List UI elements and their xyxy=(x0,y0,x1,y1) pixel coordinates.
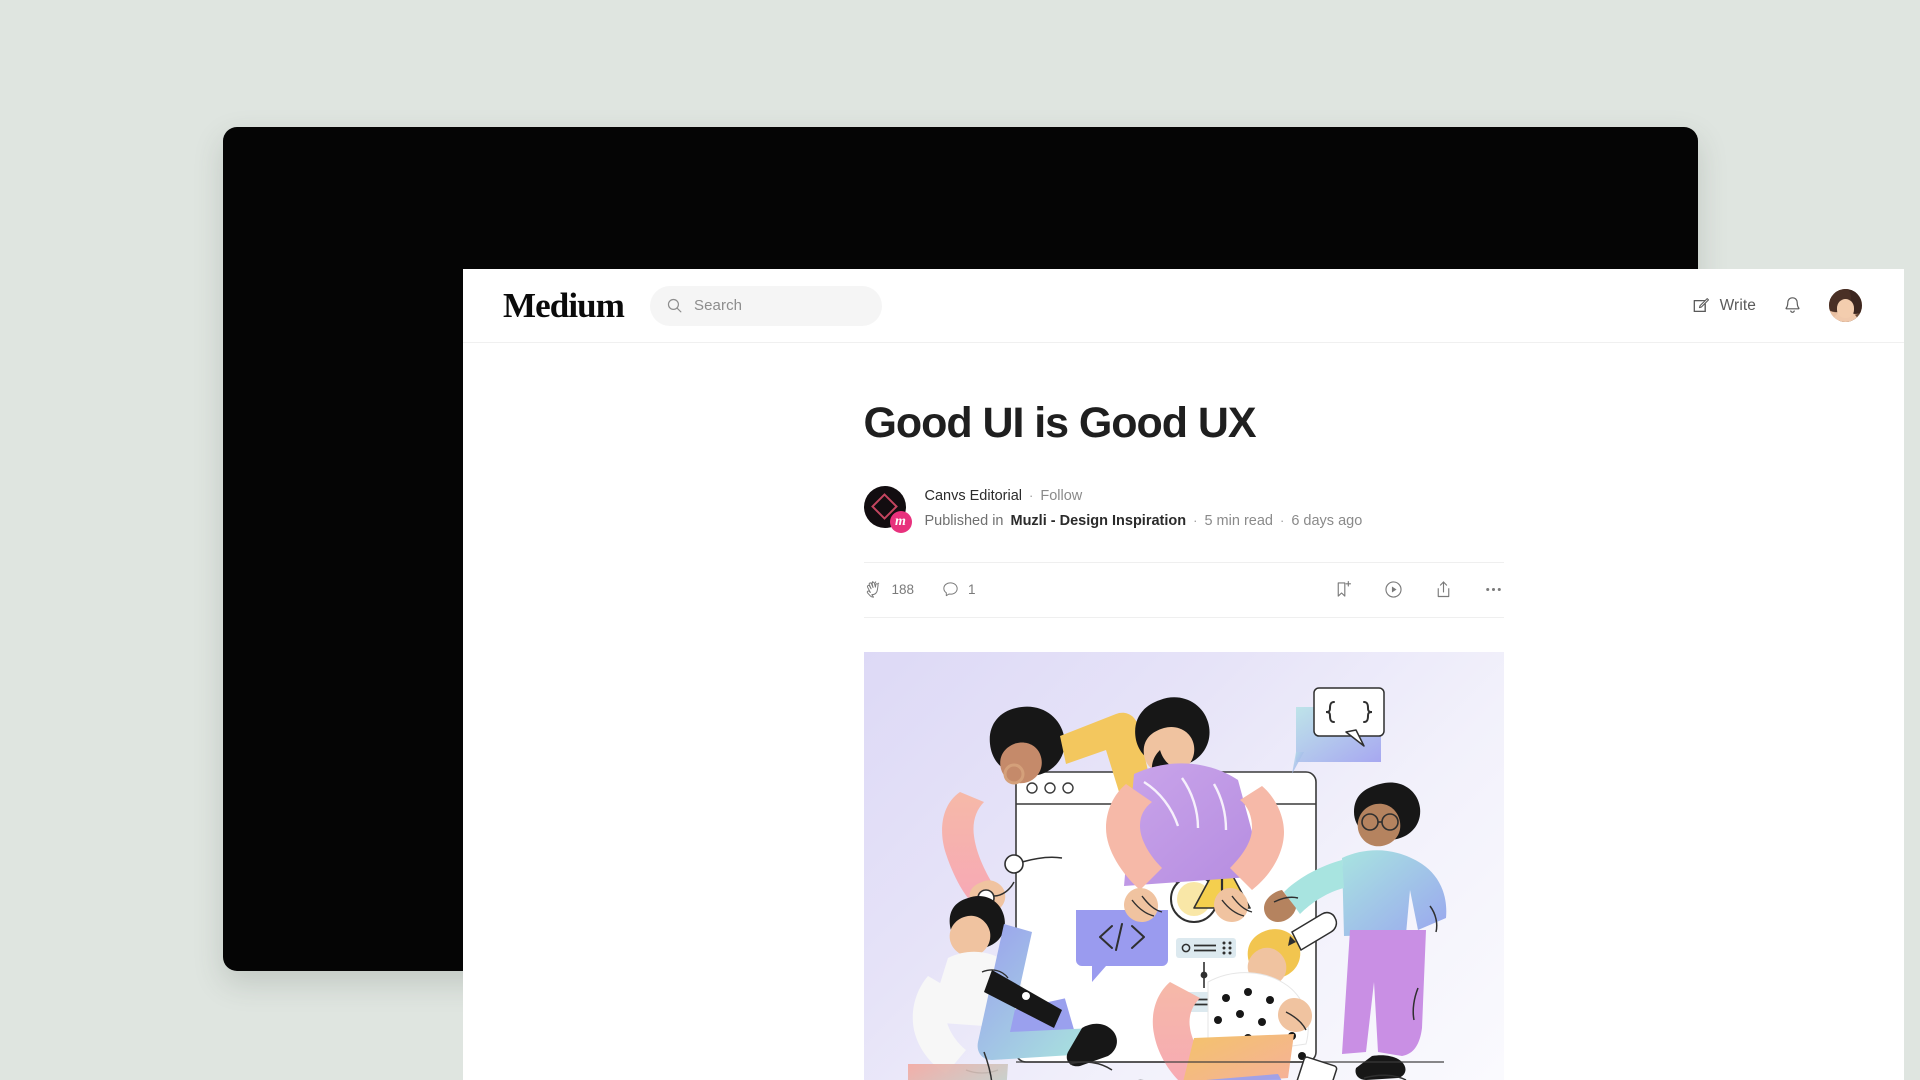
clap-count: 188 xyxy=(891,582,915,598)
comment-button[interactable]: 1 xyxy=(941,580,976,599)
search-input[interactable]: Search xyxy=(649,285,882,326)
write-label: Write xyxy=(1719,296,1756,314)
site-header: Medium Search Write xyxy=(463,269,1904,343)
bell-icon xyxy=(1785,297,1800,313)
bookmark-add-icon xyxy=(1337,581,1351,598)
article-title: Good UI is Good UX xyxy=(863,399,1257,447)
more-options-button[interactable] xyxy=(1483,579,1504,600)
medium-logo[interactable]: Medium xyxy=(481,288,625,323)
code-braces-speech-bubble xyxy=(1291,687,1385,774)
bookmark-button[interactable] xyxy=(1333,579,1354,600)
byline-meta-row: Published in Muzli - Design Inspiration … xyxy=(925,512,1363,531)
monitor-bezel: Medium Search Write Good UI is Good UX m… xyxy=(223,127,1904,1080)
publish-date: 6 days ago xyxy=(1291,512,1363,529)
byline: m Canvs Editorial · Follow Published in … xyxy=(863,485,1504,533)
publication-link[interactable]: Muzli - Design Inspiration xyxy=(1011,512,1187,531)
monitor-scene: Medium Search Write Good UI is Good UX m… xyxy=(0,0,1920,1080)
header-actions: Write xyxy=(1691,289,1862,322)
more-horizontal-icon xyxy=(1485,588,1501,592)
hero-image xyxy=(863,651,1504,1080)
byline-separator: · xyxy=(1279,512,1285,528)
article-container: Good UI is Good UX m Canvs Editorial · F… xyxy=(463,343,1904,1080)
medium-badge-icon: m xyxy=(889,510,912,533)
share-button[interactable] xyxy=(1433,579,1454,600)
engagement-stats: 188 1 xyxy=(864,580,976,600)
write-pencil-icon xyxy=(1693,297,1709,312)
search-icon xyxy=(667,298,682,313)
monitor-screen: Medium Search Write Good UI is Good UX m… xyxy=(463,269,1904,1080)
author-name[interactable]: Canvs Editorial xyxy=(925,487,1023,506)
clap-icon xyxy=(866,581,879,598)
clap-button[interactable]: 188 xyxy=(864,580,915,600)
engagement-actions xyxy=(1333,579,1504,600)
byline-separator: · xyxy=(1029,488,1034,503)
read-time: 5 min read xyxy=(1204,512,1273,529)
byline-text: Canvs Editorial · Follow Published in Mu… xyxy=(925,487,1363,531)
avatar-face xyxy=(1836,298,1855,319)
engagement-bar: 188 1 xyxy=(863,561,1504,618)
search-placeholder: Search xyxy=(693,297,743,314)
follow-button[interactable]: Follow xyxy=(1040,487,1082,506)
byline-separator: · xyxy=(1193,512,1198,528)
comment-count: 1 xyxy=(968,582,976,598)
share-icon xyxy=(1437,581,1449,598)
listen-button[interactable] xyxy=(1383,579,1404,600)
user-avatar[interactable] xyxy=(1829,289,1862,322)
notifications-button[interactable] xyxy=(1782,295,1803,316)
article-content: Good UI is Good UX m Canvs Editorial · F… xyxy=(863,399,1504,1080)
published-in-label: Published in xyxy=(924,512,1004,529)
byline-author-row: Canvs Editorial · Follow xyxy=(925,487,1363,506)
collaboration-illustration xyxy=(907,687,1446,1080)
play-listen-icon xyxy=(1384,581,1402,598)
comment-icon xyxy=(943,582,958,597)
publication-avatar[interactable]: m xyxy=(863,485,912,533)
write-button[interactable]: Write xyxy=(1691,296,1756,316)
